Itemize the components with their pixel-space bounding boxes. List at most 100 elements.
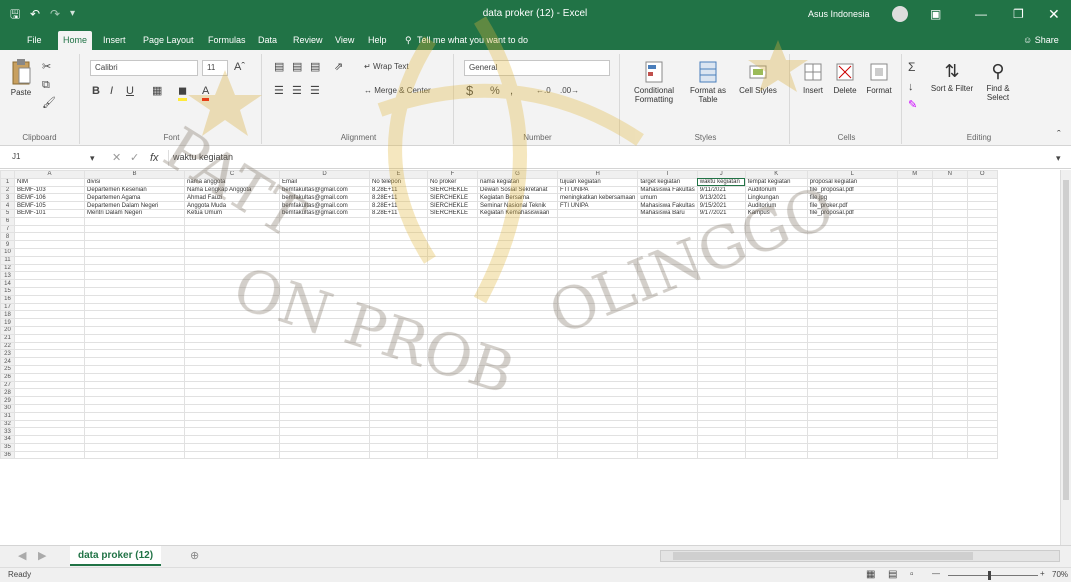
- cell[interactable]: [931, 216, 968, 226]
- cell[interactable]: [14, 247, 85, 257]
- cell[interactable]: [14, 286, 85, 296]
- cell[interactable]: [84, 450, 185, 460]
- cell[interactable]: [477, 349, 558, 359]
- cell[interactable]: [744, 325, 808, 335]
- cell[interactable]: [637, 396, 698, 405]
- cell[interactable]: [84, 224, 185, 234]
- paste-button[interactable]: Paste: [6, 58, 36, 97]
- cell[interactable]: bemfakultas@gmail.com: [279, 193, 370, 203]
- cell[interactable]: [696, 333, 746, 343]
- row-header[interactable]: 8: [0, 232, 15, 242]
- cell[interactable]: [637, 411, 698, 421]
- cell[interactable]: Seminar Nasional Teknik: [477, 201, 558, 210]
- cell[interactable]: [556, 450, 639, 460]
- cell[interactable]: [184, 302, 280, 312]
- insert-function-button[interactable]: fx: [150, 151, 159, 165]
- row-header[interactable]: 18: [0, 310, 15, 320]
- cell[interactable]: [896, 349, 933, 359]
- cell[interactable]: [637, 333, 698, 343]
- cell[interactable]: [966, 364, 998, 374]
- tab-help[interactable]: Help: [363, 31, 392, 50]
- copy-icon[interactable]: ⧉: [42, 78, 50, 92]
- cell[interactable]: [84, 442, 185, 452]
- cell[interactable]: [14, 435, 85, 444]
- cell[interactable]: [931, 294, 968, 304]
- cell[interactable]: nama anggota: [184, 177, 280, 187]
- cell[interactable]: [806, 271, 898, 281]
- cell[interactable]: [696, 294, 746, 304]
- column-header[interactable]: I: [637, 170, 698, 179]
- save-icon[interactable]: 🖫: [10, 0, 20, 28]
- cell[interactable]: SIERCHEKLE: [427, 208, 478, 218]
- cell[interactable]: [696, 232, 746, 242]
- cell[interactable]: [966, 310, 998, 320]
- cell[interactable]: [744, 388, 808, 398]
- cell[interactable]: [966, 442, 998, 452]
- cell[interactable]: [279, 450, 370, 460]
- bold-button[interactable]: B: [92, 84, 100, 98]
- formula-input[interactable]: waktu kegiatan: [168, 150, 1048, 166]
- cell[interactable]: [896, 286, 933, 296]
- sheet-tab-data-proker[interactable]: data proker (12): [70, 546, 162, 566]
- cell[interactable]: [744, 411, 808, 421]
- cell[interactable]: [896, 411, 933, 421]
- cell[interactable]: [427, 247, 478, 257]
- cell[interactable]: [806, 232, 898, 242]
- cell[interactable]: [966, 193, 998, 203]
- cell[interactable]: [931, 357, 968, 366]
- cell[interactable]: [14, 403, 85, 413]
- cell[interactable]: [279, 333, 370, 343]
- cell[interactable]: [184, 318, 280, 327]
- cell[interactable]: [279, 302, 370, 312]
- cell[interactable]: [896, 364, 933, 374]
- cell[interactable]: [556, 279, 639, 288]
- cell[interactable]: [931, 442, 968, 452]
- prev-sheet-icon[interactable]: ◀: [18, 549, 26, 563]
- cell[interactable]: [279, 216, 370, 226]
- cell[interactable]: [696, 372, 746, 382]
- cell[interactable]: file.jpg: [806, 193, 898, 203]
- cell[interactable]: file_proposal.pdf: [806, 208, 898, 218]
- cell[interactable]: [806, 380, 898, 390]
- cell[interactable]: [184, 263, 280, 273]
- cell[interactable]: [931, 372, 968, 382]
- cell[interactable]: [369, 357, 428, 366]
- vertical-scrollbar[interactable]: [1060, 170, 1071, 545]
- name-box[interactable]: J1: [8, 150, 84, 166]
- decrease-decimal-icon[interactable]: .00→: [560, 84, 579, 98]
- cell[interactable]: [477, 240, 558, 249]
- tab-formulas[interactable]: Formulas: [203, 31, 251, 50]
- cell[interactable]: 9/17/2021: [696, 208, 746, 218]
- cell[interactable]: SIERCHEKLE: [427, 185, 478, 195]
- format-cells-button[interactable]: Format: [864, 60, 894, 95]
- cell[interactable]: BEMF-103: [14, 185, 85, 195]
- cell[interactable]: [806, 357, 898, 366]
- cell[interactable]: [427, 240, 478, 249]
- expand-formula-icon[interactable]: ▾: [1056, 151, 1061, 165]
- cell[interactable]: [279, 372, 370, 382]
- cell[interactable]: [184, 396, 280, 405]
- tab-review[interactable]: Review: [288, 31, 328, 50]
- cell[interactable]: [966, 185, 998, 195]
- cell[interactable]: [966, 263, 998, 273]
- tab-file[interactable]: File: [22, 31, 47, 50]
- cell[interactable]: [931, 232, 968, 242]
- delete-cells-button[interactable]: Delete: [830, 60, 860, 95]
- row-header[interactable]: 21: [0, 333, 15, 343]
- cell[interactable]: [931, 286, 968, 296]
- cell[interactable]: [556, 364, 639, 374]
- cell[interactable]: [14, 341, 85, 351]
- cell[interactable]: [369, 450, 428, 460]
- row-header[interactable]: 33: [0, 427, 15, 437]
- cell[interactable]: 8.28E+11: [369, 208, 428, 218]
- tell-me-box[interactable]: Tell me what you want to do: [412, 31, 533, 50]
- cell[interactable]: [696, 357, 746, 366]
- cell[interactable]: Lingkungan: [744, 193, 808, 203]
- cell[interactable]: [637, 325, 698, 335]
- cell[interactable]: [966, 201, 998, 210]
- cell[interactable]: [369, 286, 428, 296]
- cell[interactable]: [744, 341, 808, 351]
- cell[interactable]: [369, 333, 428, 343]
- cell[interactable]: [896, 450, 933, 460]
- cell[interactable]: [184, 286, 280, 296]
